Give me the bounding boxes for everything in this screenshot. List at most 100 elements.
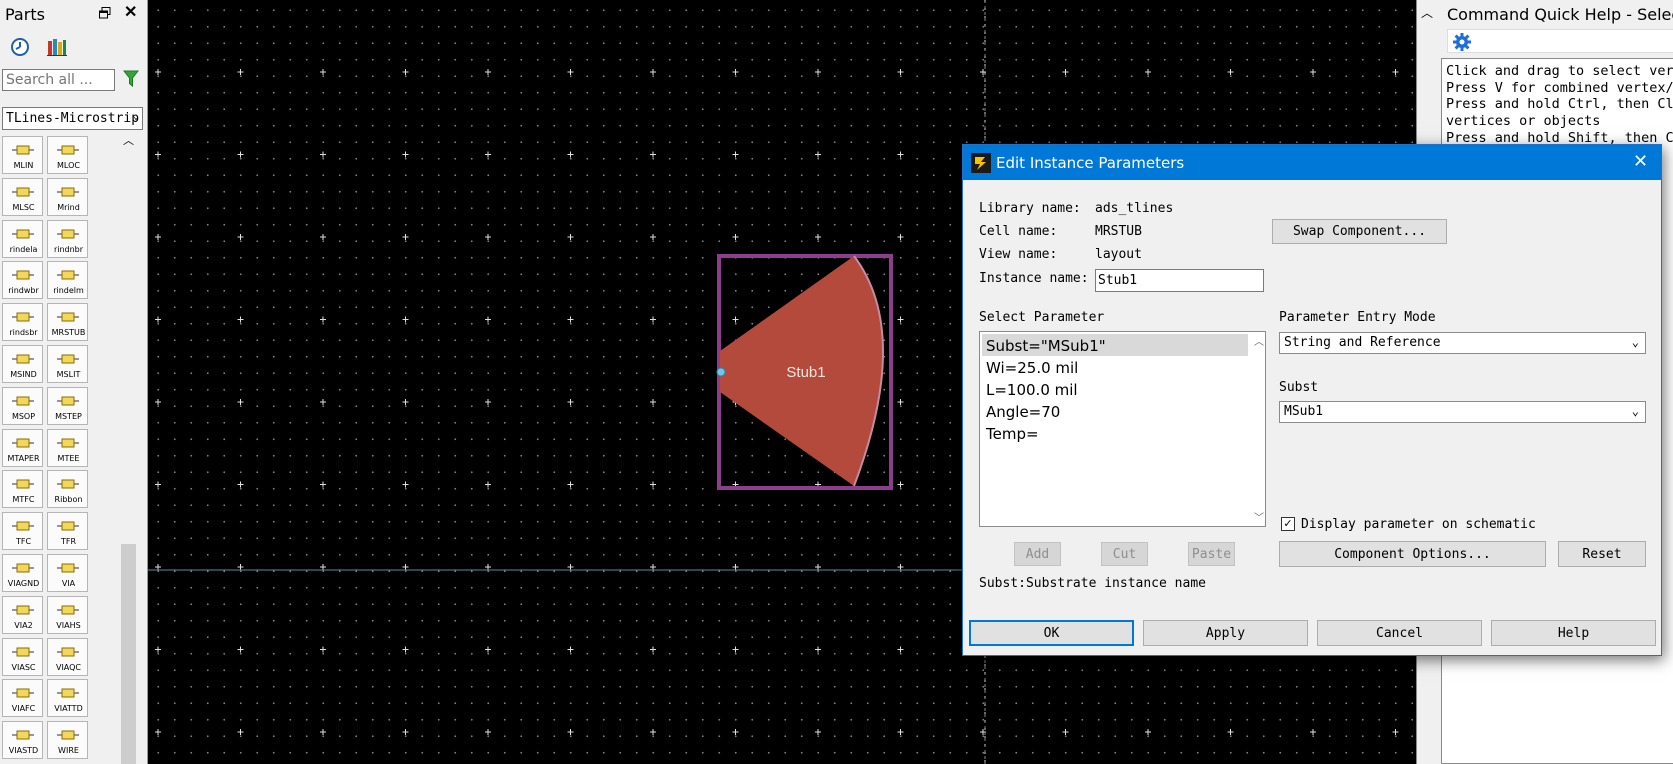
- help-line: vertices or objects: [1446, 113, 1601, 130]
- app-logo-icon: [971, 153, 991, 173]
- part-tfr[interactable]: TFR: [47, 512, 88, 551]
- part-symbol-icon: [57, 185, 79, 199]
- part-mslit[interactable]: MSLIT: [47, 345, 88, 383]
- part-symbol-icon: [57, 477, 79, 491]
- parameter-item[interactable]: Temp=: [982, 422, 1248, 444]
- part-symbol-icon: [57, 603, 79, 617]
- float-panel-icon[interactable]: [99, 7, 111, 19]
- part-rindelm[interactable]: rindelm: [47, 261, 88, 300]
- part-label: Mrind: [57, 202, 80, 212]
- parts-search-input[interactable]: [2, 69, 115, 91]
- palette-scrollbar[interactable]: ︿: [120, 130, 137, 764]
- parameter-item[interactable]: Wi=25.0 mil: [982, 356, 1248, 378]
- cancel-button[interactable]: Cancel: [1317, 620, 1482, 646]
- gear-icon[interactable]: [1452, 32, 1472, 52]
- scrollbar-thumb[interactable]: [121, 544, 136, 764]
- part-symbol-icon: [12, 143, 34, 157]
- part-viaqc[interactable]: VIAQC: [47, 637, 88, 676]
- display-parameter-label: Display parameter on schematic: [1301, 517, 1536, 532]
- subst-label: Subst: [1279, 380, 1319, 395]
- parameter-item[interactable]: Angle=70: [982, 400, 1248, 422]
- stub-label: Stub1: [786, 364, 825, 381]
- filter-icon[interactable]: [122, 70, 140, 88]
- part-mtaper[interactable]: MTAPER: [2, 428, 43, 467]
- chevron-up-icon[interactable]: ︿: [1421, 4, 1433, 21]
- part-symbol-icon: [57, 352, 79, 366]
- instance-name-label: Instance name:: [979, 271, 1089, 286]
- part-symbol-icon: [12, 686, 34, 700]
- part-label: VIAQC: [55, 662, 82, 672]
- part-rindsbr[interactable]: rindsbr: [2, 303, 43, 342]
- subst-select[interactable]: MSub1 ⌄: [1279, 401, 1646, 423]
- part-symbol-icon: [12, 603, 34, 617]
- paste-button[interactable]: Paste: [1188, 542, 1235, 566]
- part-label: MSIND: [10, 370, 37, 379]
- parameter-entry-mode-select[interactable]: String and Reference ⌄: [1279, 332, 1646, 354]
- parameter-list-scrollbar[interactable]: ︿ ﹀: [1252, 333, 1266, 526]
- part-viahs[interactable]: VIAHS: [47, 595, 88, 634]
- part-symbol-icon: [57, 394, 79, 408]
- apply-button[interactable]: Apply: [1143, 620, 1308, 646]
- chevron-up-icon[interactable]: ︿: [123, 132, 134, 148]
- part-viasc[interactable]: VIASC: [2, 637, 43, 676]
- part-rindnbr[interactable]: rindnbr: [47, 219, 88, 258]
- part-msind[interactable]: MSIND: [2, 345, 43, 383]
- part-mloc[interactable]: MLOC: [47, 136, 88, 174]
- parameter-item[interactable]: Subst="MSub1": [982, 334, 1248, 356]
- part-viastd[interactable]: VIASTD: [2, 721, 43, 760]
- part-viagnd[interactable]: VIAGND: [2, 554, 43, 592]
- parts-panel: Parts ✕ TLines-Microstrip ⌄ MLIN MLOC MLSC…: [0, 0, 148, 764]
- part-mstep[interactable]: MSTEP: [47, 386, 88, 425]
- part-tfc[interactable]: TFC: [2, 512, 43, 551]
- part-via[interactable]: VIA: [47, 554, 88, 592]
- add-button[interactable]: Add: [1014, 542, 1061, 566]
- reset-button[interactable]: Reset: [1558, 541, 1646, 567]
- part-mtee[interactable]: MTEE: [47, 428, 88, 467]
- part-viattd[interactable]: VIATTD: [47, 679, 88, 718]
- part-symbol-icon: [12, 728, 34, 742]
- swap-component-button[interactable]: Swap Component...: [1272, 219, 1447, 244]
- part-via2[interactable]: VIA2: [2, 595, 43, 634]
- close-icon[interactable]: ✕: [1633, 152, 1648, 170]
- chevron-up-icon[interactable]: ︿: [1254, 333, 1264, 348]
- ok-button[interactable]: OK: [969, 620, 1134, 646]
- part-symbol-icon: [57, 686, 79, 700]
- part-rindwbr[interactable]: rindwbr: [2, 261, 43, 300]
- part-label: MRSTUB: [51, 328, 86, 338]
- library-select-value: TLines-Microstrip: [6, 111, 140, 126]
- parameter-entry-mode-label: Parameter Entry Mode: [1279, 310, 1436, 325]
- library-icon[interactable]: [46, 37, 68, 57]
- part-mlin[interactable]: MLIN: [2, 136, 43, 174]
- part-wire[interactable]: WIRE: [47, 721, 88, 760]
- part-mlsc[interactable]: MLSC: [2, 177, 43, 216]
- history-icon[interactable]: [10, 37, 30, 57]
- library-select[interactable]: TLines-Microstrip ⌄: [2, 107, 143, 130]
- part-label: MLSC: [12, 202, 35, 212]
- parameter-item[interactable]: L=100.0 mil: [982, 378, 1248, 400]
- part-label: MTAPER: [7, 453, 40, 463]
- part-rindela[interactable]: rindela: [2, 219, 43, 258]
- part-mrind[interactable]: Mrind: [47, 177, 88, 216]
- part-symbol-icon: [12, 394, 34, 408]
- parameter-list[interactable]: Subst="MSub1" Wi=25.0 mil L=100.0 mil An…: [979, 331, 1266, 527]
- instance-name-input[interactable]: [1095, 269, 1264, 292]
- part-viafc[interactable]: VIAFC: [2, 679, 43, 718]
- help-line: Click and drag to select vertices: [1446, 63, 1673, 79]
- dialog-titlebar[interactable]: Edit Instance Parameters ✕: [963, 145, 1661, 180]
- help-button[interactable]: Help: [1491, 620, 1656, 646]
- cut-button[interactable]: Cut: [1101, 542, 1148, 566]
- part-ribbon[interactable]: Ribbon: [47, 470, 88, 509]
- pin-marker[interactable]: [716, 367, 726, 377]
- part-msop[interactable]: MSOP: [2, 386, 43, 425]
- chevron-down-icon[interactable]: ﹀: [1254, 509, 1264, 524]
- part-label: rindwbr: [8, 286, 39, 296]
- dialog-title: Edit Instance Parameters: [996, 154, 1185, 172]
- display-parameter-checkbox[interactable]: ✓: [1281, 517, 1295, 531]
- view-name-label: View name:: [979, 247, 1058, 262]
- part-mtfc[interactable]: MTFC: [2, 470, 43, 509]
- chevron-down-icon: ⌄: [1631, 404, 1639, 418]
- help-line: Press and hold Ctrl, then Click: [1446, 96, 1673, 113]
- component-options-button[interactable]: Component Options...: [1279, 541, 1546, 567]
- close-icon[interactable]: ✕: [124, 5, 137, 21]
- part-mrstub[interactable]: MRSTUB: [47, 303, 88, 342]
